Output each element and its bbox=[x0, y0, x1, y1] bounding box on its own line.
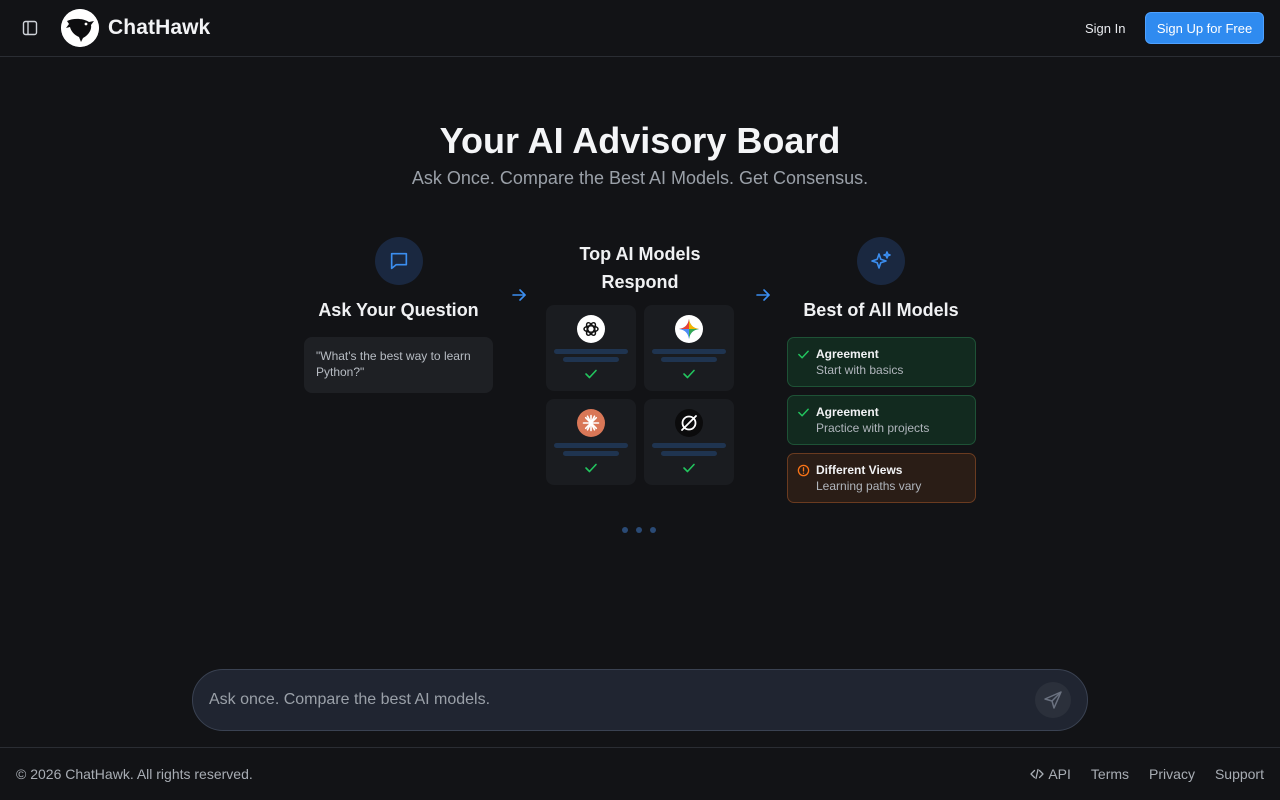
check-icon bbox=[683, 369, 695, 379]
footer-link-terms[interactable]: Terms bbox=[1091, 766, 1129, 782]
footer-links: API Terms Privacy Support bbox=[1030, 766, 1264, 782]
hero-title: Your AI Advisory Board bbox=[439, 120, 841, 161]
step-respond-title: Top AI Models Respond bbox=[540, 240, 740, 296]
footer-link-api[interactable]: API bbox=[1030, 766, 1071, 782]
chat-input-container bbox=[192, 669, 1088, 731]
chathawk-logo-icon[interactable] bbox=[61, 9, 99, 47]
send-button[interactable] bbox=[1035, 682, 1071, 718]
sidebar-toggle-icon[interactable] bbox=[20, 18, 40, 38]
chat-input[interactable] bbox=[209, 670, 1029, 730]
sparkles-icon bbox=[857, 237, 905, 285]
dot bbox=[650, 527, 656, 533]
gemini-icon bbox=[675, 315, 703, 343]
check-icon bbox=[798, 408, 809, 417]
dot bbox=[622, 527, 628, 533]
example-question: "What's the best way to learn Python?" bbox=[304, 337, 493, 393]
brand-name[interactable]: ChatHawk bbox=[108, 16, 210, 40]
step-respond-title-line1: Top AI Models bbox=[579, 244, 701, 264]
check-icon bbox=[798, 350, 809, 359]
footer-link-privacy[interactable]: Privacy bbox=[1149, 766, 1195, 782]
result-agreement-card: Agreement Start with basics bbox=[787, 337, 976, 387]
openai-icon bbox=[577, 315, 605, 343]
alert-circle-icon bbox=[797, 464, 810, 477]
result-title: Agreement bbox=[816, 405, 879, 419]
hero-subtitle: Ask Once. Compare the Best AI Models. Ge… bbox=[411, 168, 869, 188]
footer-link-label: API bbox=[1048, 766, 1071, 782]
result-agreement-card: Agreement Practice with projects bbox=[787, 395, 976, 445]
result-desc: Practice with projects bbox=[816, 421, 930, 435]
step-ask-title: Ask Your Question bbox=[318, 300, 479, 320]
footer-link-support[interactable]: Support bbox=[1215, 766, 1264, 782]
result-different-card: Different Views Learning paths vary bbox=[787, 453, 976, 503]
sign-in-button[interactable]: Sign In bbox=[1078, 12, 1132, 44]
result-desc: Learning paths vary bbox=[816, 479, 922, 493]
top-header: ChatHawk Sign In Sign Up for Free bbox=[0, 0, 1280, 57]
response-bar bbox=[652, 443, 726, 448]
grok-icon bbox=[675, 409, 703, 437]
response-bar bbox=[563, 451, 619, 456]
response-bar bbox=[661, 357, 717, 362]
model-card-claude bbox=[546, 399, 636, 485]
footer: © 2026 ChatHawk. All rights reserved. AP… bbox=[0, 747, 1280, 800]
result-title: Different Views bbox=[816, 463, 903, 477]
step-respond-title-line2: Respond bbox=[601, 272, 679, 292]
arrow-right-icon bbox=[754, 286, 772, 304]
pagination-dots bbox=[622, 527, 656, 533]
step-best-title: Best of All Models bbox=[803, 300, 959, 320]
copyright: © 2026 ChatHawk. All rights reserved. bbox=[16, 766, 253, 782]
model-card-gemini bbox=[644, 305, 734, 391]
model-card-grok bbox=[644, 399, 734, 485]
response-bar bbox=[661, 451, 717, 456]
response-bar bbox=[563, 357, 619, 362]
response-bar bbox=[554, 443, 628, 448]
chat-bubble-icon bbox=[375, 237, 423, 285]
result-title: Agreement bbox=[816, 347, 879, 361]
check-icon bbox=[683, 463, 695, 473]
response-bar bbox=[652, 349, 726, 354]
result-desc: Start with basics bbox=[816, 363, 904, 377]
sign-up-button[interactable]: Sign Up for Free bbox=[1145, 12, 1264, 44]
dot bbox=[636, 527, 642, 533]
arrow-right-icon bbox=[510, 286, 528, 304]
model-card-openai bbox=[546, 305, 636, 391]
code-icon bbox=[1030, 768, 1044, 780]
check-icon bbox=[585, 463, 597, 473]
send-icon bbox=[1044, 691, 1062, 709]
response-bar bbox=[554, 349, 628, 354]
claude-icon bbox=[577, 409, 605, 437]
check-icon bbox=[585, 369, 597, 379]
